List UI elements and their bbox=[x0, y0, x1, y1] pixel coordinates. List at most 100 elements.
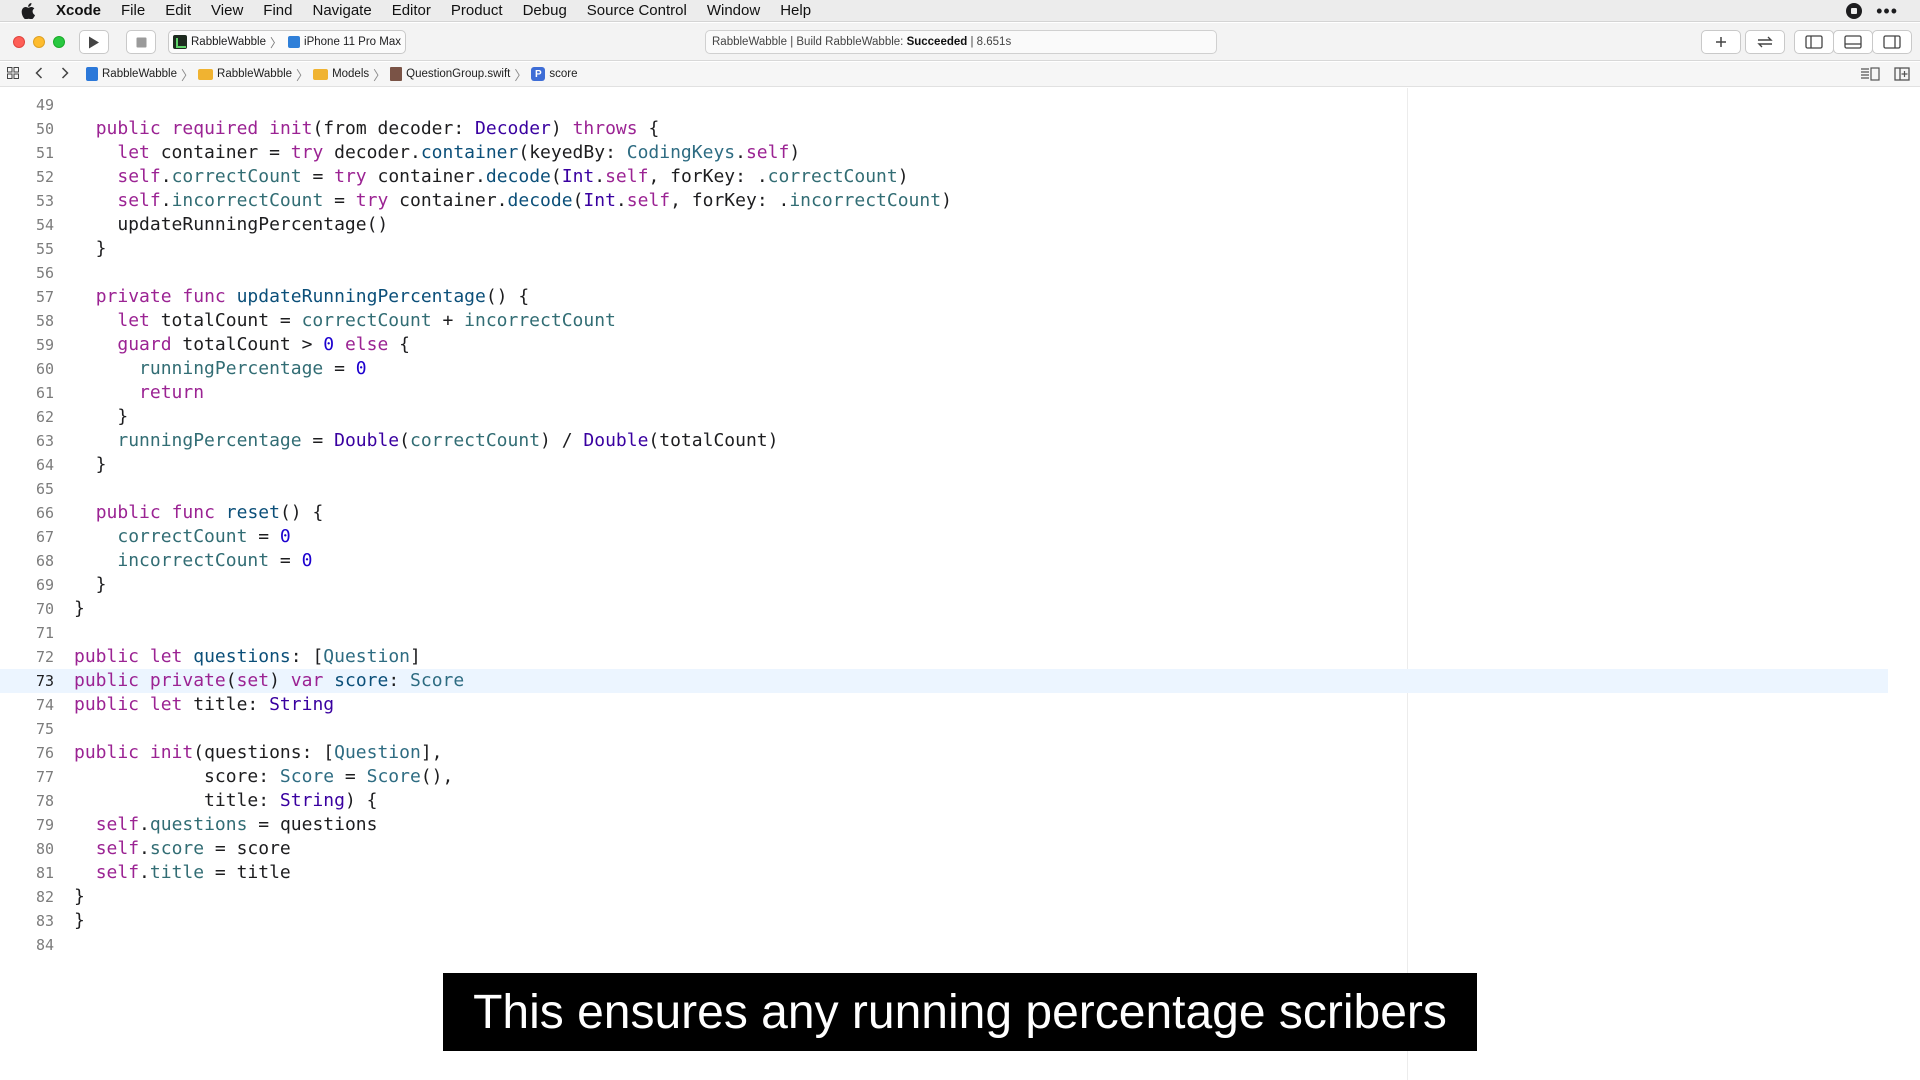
video-caption: This ensures any running percentage scri… bbox=[443, 973, 1477, 1051]
forward-chevron-icon[interactable] bbox=[52, 66, 78, 82]
line-number: 55 bbox=[35, 240, 54, 258]
apple-menu-icon[interactable] bbox=[0, 2, 56, 19]
code-line[interactable]: 52 self.correctCount = try container.dec… bbox=[0, 165, 1888, 189]
window-toolbar: RabbleWabble 〉 iPhone 11 Pro Max RabbleW… bbox=[0, 23, 1920, 61]
code-line[interactable]: 60 runningPercentage = 0 bbox=[0, 357, 1888, 381]
code-line[interactable]: 58 let totalCount = correctCount + incor… bbox=[0, 309, 1888, 333]
folder-icon bbox=[313, 68, 329, 80]
source-editor[interactable]: 49 50 public required init(from decoder: … bbox=[0, 88, 1920, 1080]
code-line[interactable]: 51 let container = try decoder.container… bbox=[0, 141, 1888, 165]
code-line[interactable]: 64 } bbox=[0, 453, 1888, 477]
line-number: 80 bbox=[35, 840, 54, 858]
code-line[interactable]: 74 public let title: String bbox=[0, 693, 1888, 717]
scheme-selector[interactable]: RabbleWabble 〉 iPhone 11 Pro Max bbox=[168, 30, 406, 54]
code-line[interactable]: 76 public init(questions: [Question], bbox=[0, 741, 1888, 765]
menu-help[interactable]: Help bbox=[770, 0, 821, 22]
scheme-name: RabbleWabble bbox=[191, 36, 267, 48]
code-text: public private(set) var score: Score bbox=[74, 670, 465, 691]
window-zoom-button[interactable] bbox=[53, 36, 65, 48]
code-text: runningPercentage = 0 bbox=[139, 358, 367, 379]
toggle-navigator-button[interactable] bbox=[1794, 30, 1834, 54]
line-number: 62 bbox=[35, 408, 54, 426]
code-line[interactable]: 68 incorrectCount = 0 bbox=[0, 549, 1888, 573]
code-line[interactable]: 69 } bbox=[0, 573, 1888, 597]
line-number: 58 bbox=[35, 312, 54, 330]
window-minimize-button[interactable] bbox=[33, 36, 45, 48]
menu-window[interactable]: Window bbox=[697, 0, 770, 22]
code-line[interactable]: 50 public required init(from decoder: De… bbox=[0, 117, 1888, 141]
back-chevron-icon[interactable] bbox=[26, 66, 52, 82]
screen-recording-icon[interactable] bbox=[1846, 2, 1863, 19]
code-line[interactable]: 62 } bbox=[0, 405, 1888, 429]
code-line[interactable]: 61 return bbox=[0, 381, 1888, 405]
line-number: 76 bbox=[35, 744, 54, 762]
code-line[interactable]: 75 bbox=[0, 717, 1888, 741]
code-line[interactable]: 79 self.questions = questions bbox=[0, 813, 1888, 837]
menu-edit[interactable]: Edit bbox=[155, 0, 201, 22]
destination-name: iPhone 11 Pro Max bbox=[304, 36, 401, 48]
menu-bar-extras: ••• bbox=[1846, 0, 1920, 22]
more-icon[interactable]: ••• bbox=[1876, 0, 1898, 22]
code-line[interactable]: 80 self.score = score bbox=[0, 837, 1888, 861]
window-close-button[interactable] bbox=[13, 36, 25, 48]
line-number: 54 bbox=[35, 216, 54, 234]
code-line[interactable]: 81 self.title = title bbox=[0, 861, 1888, 885]
breadcrumb-group[interactable]: RabbleWabble bbox=[198, 68, 292, 80]
code-line[interactable]: 70} bbox=[0, 597, 1888, 621]
related-items-icon[interactable] bbox=[0, 66, 26, 82]
library-button[interactable] bbox=[1701, 30, 1741, 54]
menu-app-name[interactable]: Xcode bbox=[56, 0, 111, 22]
code-line[interactable]: 66 public func reset() { bbox=[0, 501, 1888, 525]
property-icon: P bbox=[531, 67, 546, 81]
code-line[interactable]: 83} bbox=[0, 909, 1888, 933]
code-text: } bbox=[74, 886, 85, 907]
code-line[interactable]: 57 private func updateRunningPercentage(… bbox=[0, 285, 1888, 309]
code-line[interactable]: 49 bbox=[0, 93, 1888, 117]
code-line[interactable]: 82} bbox=[0, 885, 1888, 909]
menu-editor[interactable]: Editor bbox=[382, 0, 441, 22]
code-text: private func updateRunningPercentage() { bbox=[95, 286, 530, 307]
menu-debug[interactable]: Debug bbox=[513, 0, 577, 22]
menu-find[interactable]: Find bbox=[253, 0, 302, 22]
code-text: guard totalCount > 0 else { bbox=[117, 334, 410, 355]
code-line[interactable]: 54 updateRunningPercentage() bbox=[0, 213, 1888, 237]
code-line[interactable]: 53 self.incorrectCount = try container.d… bbox=[0, 189, 1888, 213]
line-number: 81 bbox=[35, 864, 54, 882]
stop-button[interactable] bbox=[126, 30, 156, 54]
code-review-button[interactable] bbox=[1745, 30, 1785, 54]
current-code-line[interactable]: 73 public private(set) var score: Score bbox=[0, 669, 1888, 693]
code-line[interactable]: 78 title: String) { bbox=[0, 789, 1888, 813]
code-line[interactable]: 72 public let questions: [Question] bbox=[0, 645, 1888, 669]
code-text: let container = try decoder.container(ke… bbox=[117, 142, 801, 163]
code-line[interactable]: 56 bbox=[0, 261, 1888, 285]
run-button[interactable] bbox=[79, 30, 109, 54]
code-line[interactable]: 84 bbox=[0, 933, 1888, 957]
breadcrumb-symbol[interactable]: P score bbox=[531, 67, 577, 81]
code-text: let totalCount = correctCount + incorrec… bbox=[117, 310, 616, 331]
code-line[interactable]: 59 guard totalCount > 0 else { bbox=[0, 333, 1888, 357]
code-line[interactable]: 71 bbox=[0, 621, 1888, 645]
breadcrumb-file[interactable]: QuestionGroup.swift bbox=[390, 67, 510, 81]
code-line[interactable]: 55 } bbox=[0, 237, 1888, 261]
line-number: 70 bbox=[35, 600, 54, 618]
stop-icon bbox=[136, 37, 146, 47]
menu-product[interactable]: Product bbox=[441, 0, 513, 22]
menu-view[interactable]: View bbox=[201, 0, 253, 22]
toggle-inspector-button[interactable] bbox=[1872, 30, 1912, 54]
code-line[interactable]: 63 runningPercentage = Double(correctCou… bbox=[0, 429, 1888, 453]
add-editor-icon[interactable] bbox=[1894, 67, 1910, 81]
toggle-debug-area-button[interactable] bbox=[1833, 30, 1873, 54]
code-text: public let title: String bbox=[74, 694, 335, 715]
menu-file[interactable]: File bbox=[111, 0, 155, 22]
code-text: runningPercentage = Double(correctCount)… bbox=[117, 430, 779, 451]
editor-options-icon[interactable] bbox=[1860, 67, 1880, 81]
breadcrumb-models[interactable]: Models bbox=[313, 68, 369, 80]
breadcrumb-project[interactable]: RabbleWabble bbox=[86, 67, 177, 81]
menu-navigate[interactable]: Navigate bbox=[302, 0, 381, 22]
chevron-right-icon: 〉 bbox=[514, 67, 528, 83]
code-line[interactable]: 67 correctCount = 0 bbox=[0, 525, 1888, 549]
plus-icon bbox=[1716, 37, 1726, 47]
code-line[interactable]: 65 bbox=[0, 477, 1888, 501]
menu-source-control[interactable]: Source Control bbox=[577, 0, 697, 22]
code-line[interactable]: 77 score: Score = Score(), bbox=[0, 765, 1888, 789]
